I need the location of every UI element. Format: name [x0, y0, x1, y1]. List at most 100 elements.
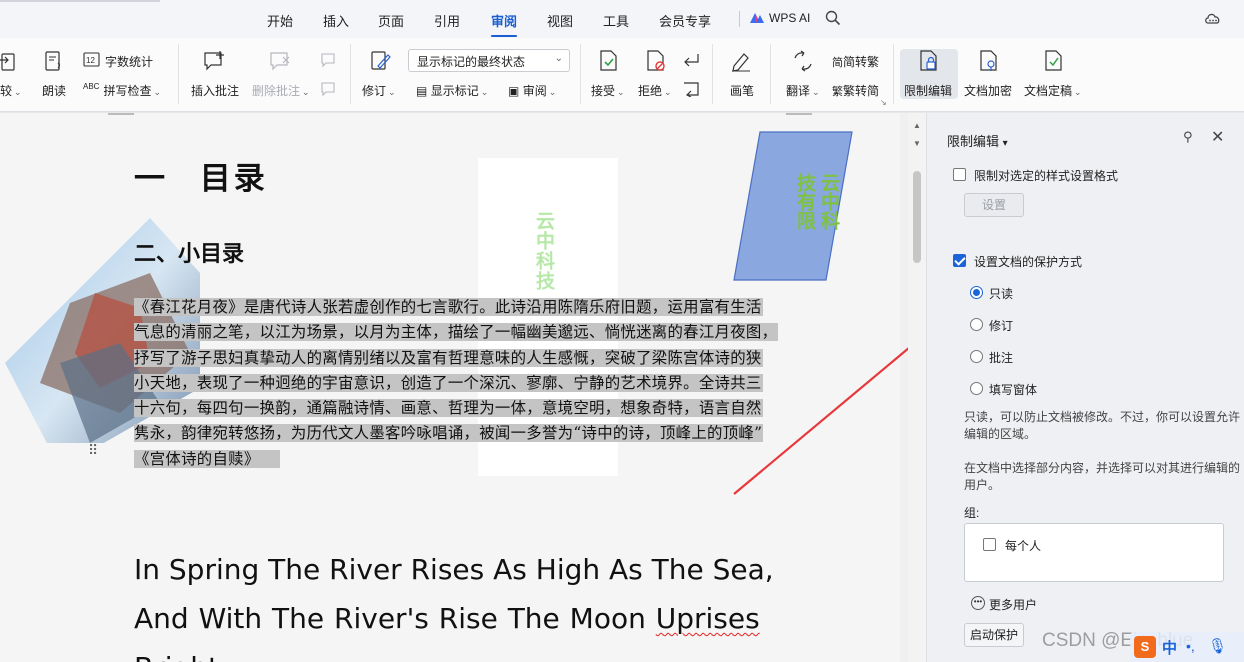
translate-icon	[794, 50, 812, 72]
ribbon-divider	[350, 44, 351, 104]
reject-button[interactable]: 拒绝 ⌄	[638, 82, 672, 99]
markup-state-select[interactable]: 显示标记的最终状态 ⌄	[408, 49, 570, 72]
radio-comment[interactable]	[970, 350, 983, 363]
ime-punctuation-icon[interactable]: •,	[1186, 638, 1195, 654]
ribbon-divider	[712, 44, 713, 104]
paragraph-line: 《宫体诗的自赎》	[134, 447, 789, 472]
radio-read-only[interactable]	[970, 286, 983, 299]
spelling-error-word[interactable]: Uprises	[656, 602, 760, 635]
ruler-mark	[786, 113, 812, 115]
english-line: In Spring The River Rises As High As The…	[134, 553, 774, 586]
read-aloud-icon	[45, 51, 61, 71]
encrypt-button[interactable]: 文档加密	[964, 82, 1012, 99]
pen-button[interactable]: 画笔	[730, 82, 754, 99]
paragraph-line: 气息的清丽之笔，以江为场景，以月为主体，描绘了一幅幽美邈远、惝恍迷离的春江月夜图…	[134, 323, 779, 342]
restrict-editing-button[interactable]: 限制编辑	[904, 82, 952, 99]
to-traditional-button[interactable]: 简简转繁	[832, 53, 879, 70]
radio-fill-form[interactable]	[970, 382, 983, 395]
cloud-status-icon[interactable]	[1204, 10, 1222, 26]
more-users-link[interactable]: 更多用户	[989, 596, 1037, 613]
tab-review[interactable]: 审阅	[491, 11, 518, 37]
previous-comment-icon[interactable]	[320, 52, 338, 68]
group-list[interactable]: 每个人	[964, 523, 1224, 582]
ime-mode[interactable]: 中	[1162, 637, 1177, 658]
radio-comment-label: 批注	[989, 351, 1014, 365]
svg-text:12: 12	[86, 56, 95, 65]
tab-home[interactable]: 开始	[267, 11, 293, 30]
more-users-icon: •••	[971, 596, 985, 610]
insert-comment-button[interactable]: 插入批注	[191, 82, 239, 99]
microphone-icon[interactable]: 🎙	[1208, 637, 1227, 655]
drag-handle-icon[interactable]: ⠿	[88, 443, 98, 457]
radio-revision-label: 修订	[989, 319, 1014, 333]
group-label: 组:	[964, 506, 980, 520]
scroll-down-icon[interactable]: ▼	[913, 139, 921, 148]
restrict-editing-panel: 限制编辑 ▾ ⚲ ✕ 限制对选定的样式设置格式 设置 设置文档的保护方式 只读 …	[926, 113, 1244, 662]
word-count-button[interactable]: 字数统计	[105, 53, 153, 70]
close-icon[interactable]: ✕	[1211, 127, 1224, 147]
next-change-icon[interactable]	[682, 81, 700, 97]
scrollbar-thumb[interactable]	[913, 171, 921, 263]
ime-logo-icon: S	[1134, 636, 1156, 658]
previous-change-icon[interactable]	[682, 52, 700, 68]
shape-text: 云中科 技有限	[794, 173, 839, 230]
tab-tools[interactable]: 工具	[603, 11, 629, 30]
ribbon-divider	[580, 44, 581, 104]
review-pane-button[interactable]: ▣ 审阅 ⌄	[508, 82, 556, 99]
tab-insert[interactable]: 插入	[323, 11, 349, 30]
finalize-button[interactable]: 文档定稿 ⌄	[1024, 82, 1082, 99]
read-aloud-button[interactable]: 朗读	[42, 82, 66, 99]
dialog-launcher-icon[interactable]: ↘	[880, 98, 887, 107]
selected-paragraph[interactable]: 《春江花月夜》是唐代诗人张若虚创作的七言歌行。此诗沿用陈隋乐府旧题，运用富有生活…	[134, 295, 789, 472]
compare-icon	[0, 53, 15, 71]
settings-button[interactable]: 设置	[964, 193, 1024, 217]
tab-page[interactable]: 页面	[378, 11, 404, 30]
english-line: Bright	[134, 643, 788, 662]
ime-toolbar[interactable]: S 中 •, 🎙	[1130, 632, 1244, 662]
english-paragraph[interactable]: In Spring The River Rises As High As The…	[134, 545, 788, 662]
ribbon-divider	[893, 44, 894, 104]
radio-read-only-label: 只读	[989, 287, 1014, 301]
translate-button[interactable]: 翻译 ⌄	[786, 82, 820, 99]
tab-member[interactable]: 会员专享	[659, 11, 711, 30]
insert-comment-icon	[204, 51, 224, 71]
compare-button[interactable]: 比较⌄	[0, 82, 22, 99]
to-simplified-button[interactable]: 繁繁转简	[832, 82, 879, 99]
paragraph-line: 小天地，表现了一种迥绝的宇宙意识，创造了一个深沉、寥廓、宁静的艺术境界。全诗共三	[134, 373, 763, 392]
accept-button[interactable]: 接受 ⌄	[591, 82, 625, 99]
radio-fill-form-label: 填写窗体	[989, 383, 1038, 397]
paragraph-line: 隽永，韵律宛转悠扬，为历代文人墨客吟咏唱诵，被闻一多誉为“诗中的诗，顶峰上的顶峰…	[134, 424, 764, 443]
tab-view[interactable]: 视图	[547, 11, 573, 30]
spell-check-icon: ABC	[83, 82, 100, 91]
track-changes-icon	[371, 51, 391, 70]
show-markup-button[interactable]: ▤ 显示标记 ⌄	[416, 82, 488, 99]
simplified-to-traditional-icon: 简	[832, 57, 843, 69]
paragraph-line: 《春江花月夜》是唐代诗人张若虚创作的七言歌行。此诗沿用陈隋乐府旧题，运用富有生活	[134, 298, 763, 316]
set-protection-checkbox[interactable]	[953, 254, 966, 267]
track-changes-button[interactable]: 修订 ⌄	[362, 82, 396, 99]
everyone-label: 每个人	[1005, 539, 1042, 553]
pin-icon[interactable]: ⚲	[1183, 129, 1193, 145]
search-icon[interactable]	[825, 10, 841, 26]
everyone-checkbox[interactable]	[983, 538, 996, 551]
scroll-up-icon[interactable]: ▲	[913, 121, 921, 130]
title-strip	[0, 0, 160, 2]
spell-check-button[interactable]: ABC 拼写检查 ⌄	[83, 82, 161, 99]
vertical-text-box[interactable]: 云中科技	[530, 211, 557, 291]
delete-comment-button[interactable]: 删除批注 ⌄	[252, 82, 310, 99]
tab-references[interactable]: 引用	[434, 11, 460, 30]
show-markup-icon: ▤	[416, 84, 428, 98]
panel-title[interactable]: 限制编辑 ▾	[947, 131, 1008, 150]
start-protection-button[interactable]: 启动保护	[964, 623, 1024, 647]
radio-revision[interactable]	[970, 318, 983, 331]
paragraph-line: 抒写了游子思妇真挚动人的离情别绪以及富有哲理意味的人生感慨，突破了梁陈宫体诗的狭	[134, 348, 763, 367]
wps-ai-button[interactable]: WPS AI	[769, 11, 810, 25]
restrict-formatting-checkbox[interactable]	[953, 168, 966, 181]
heading-1[interactable]: 一 目录	[134, 153, 268, 198]
reject-icon	[647, 50, 665, 71]
select-users-description: 在文档中选择部分内容，并选择可以对其进行编辑的用户。	[964, 461, 1241, 492]
vertical-scrollbar[interactable]: ▲ ▼	[908, 113, 926, 662]
chevron-down-icon: ⌄	[554, 53, 563, 64]
next-comment-icon[interactable]	[320, 81, 338, 97]
heading-2[interactable]: 二、小目录	[134, 236, 244, 268]
